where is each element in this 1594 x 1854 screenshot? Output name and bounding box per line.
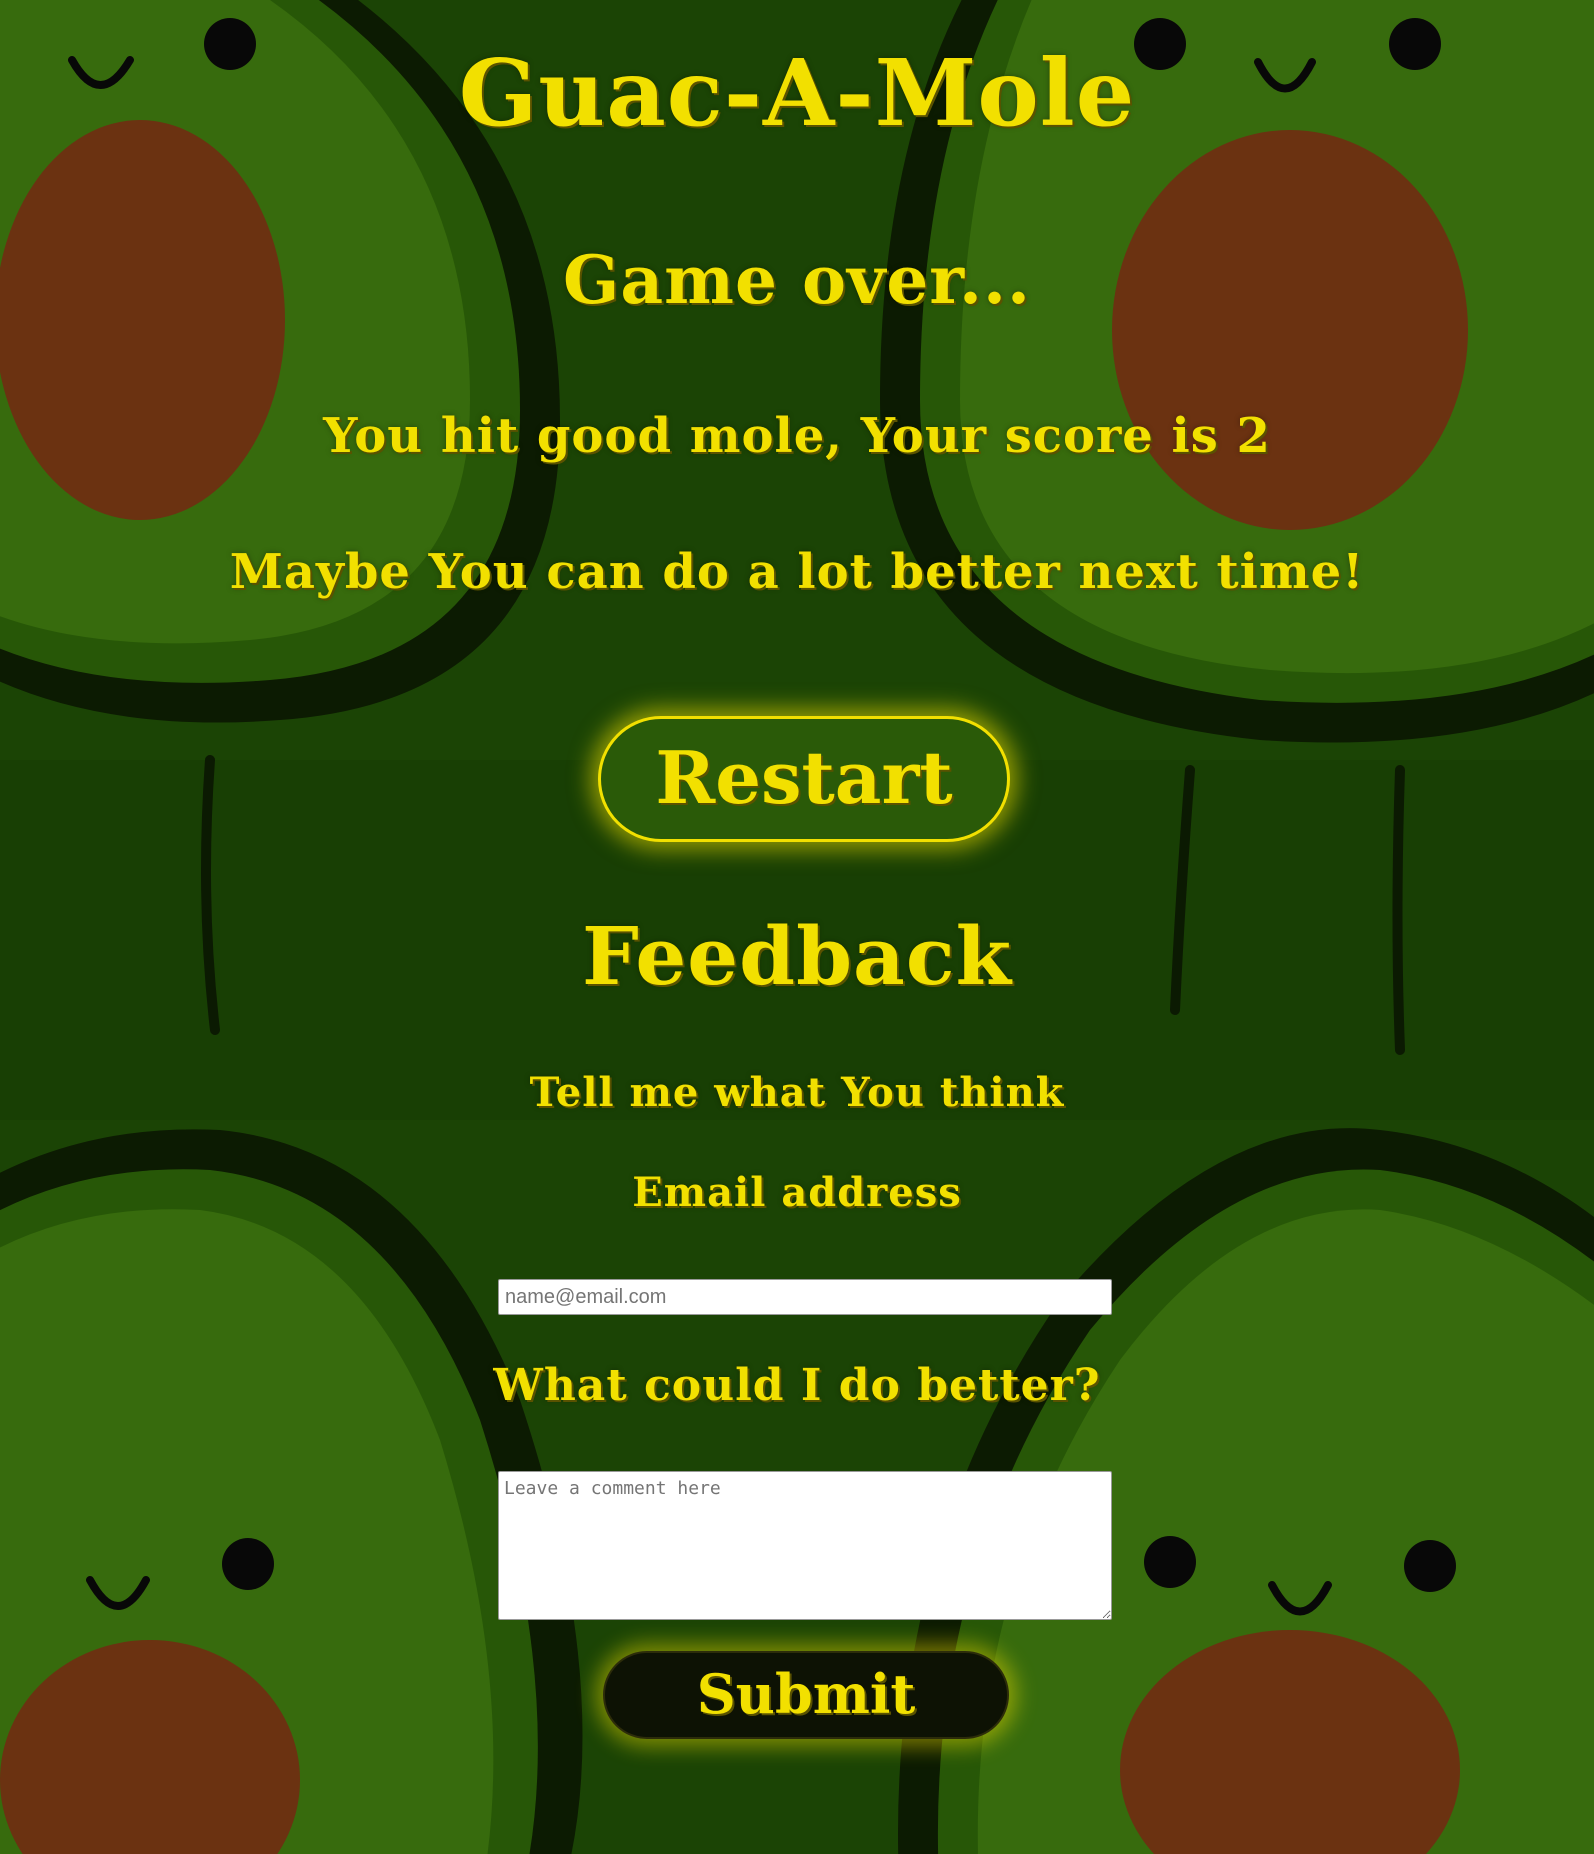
- submit-button[interactable]: Submit: [603, 1651, 1009, 1739]
- feedback-intro: Tell me what You think: [529, 1069, 1065, 1116]
- game-over-page: Guac-A-Mole Game over... You hit good mo…: [0, 0, 1594, 1854]
- comment-textarea[interactable]: [498, 1471, 1112, 1620]
- comment-label: What could I do better?: [493, 1360, 1101, 1411]
- encouragement-message: Maybe You can do a lot better next time!: [229, 544, 1365, 600]
- game-title: Guac-A-Mole: [458, 39, 1136, 147]
- email-field[interactable]: [498, 1279, 1112, 1315]
- score-message: You hit good mole, Your score is 2: [323, 408, 1271, 464]
- game-over-heading: Game over...: [563, 241, 1031, 319]
- email-label: Email address: [632, 1169, 962, 1216]
- feedback-heading: Feedback: [581, 909, 1013, 1003]
- restart-button[interactable]: Restart: [598, 716, 1010, 842]
